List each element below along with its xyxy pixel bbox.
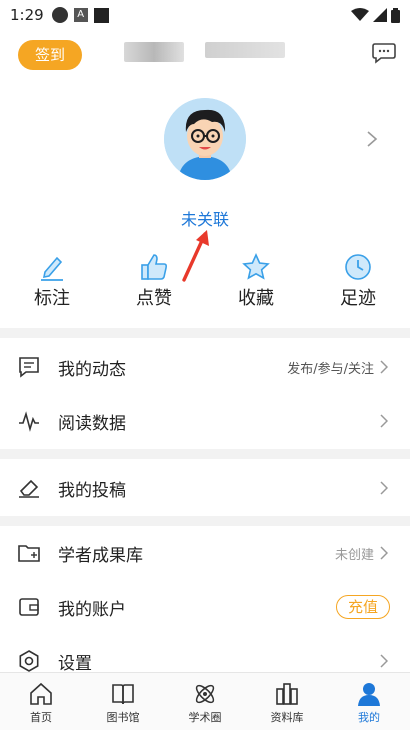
folder-add-icon <box>18 545 40 562</box>
menu-value: 发布/参与/关注 <box>287 361 374 377</box>
profile-chevron-icon[interactable] <box>366 130 378 148</box>
status-bar: 1:29 A <box>0 0 410 30</box>
tab-label: 学术圈 <box>188 711 222 724</box>
square-notification-icon <box>93 7 109 23</box>
pulse-icon <box>19 411 39 432</box>
section-divider <box>0 449 410 459</box>
section-divider <box>0 328 410 338</box>
avatar-illustration <box>164 98 246 180</box>
menu-scholar-library[interactable]: 学者成果库 未创建 <box>0 526 410 580</box>
tab-archive[interactable]: 资料库 <box>246 673 328 730</box>
status-notification-icons: A <box>51 7 109 23</box>
chevron-right-icon <box>380 654 388 668</box>
chevron-right-icon <box>380 481 388 495</box>
tab-label: 资料库 <box>270 711 304 724</box>
quick-action-annotate[interactable]: 标注 <box>12 252 92 310</box>
chevron-right-icon <box>380 546 388 560</box>
pencil-icon <box>41 256 63 281</box>
tab-label: 我的 <box>358 711 380 724</box>
menu-label: 我的账户 <box>58 599 126 620</box>
home-icon <box>30 682 52 705</box>
menu-label: 设置 <box>58 653 92 674</box>
archive-icon <box>276 683 298 705</box>
app-notification-icon: A <box>73 8 88 22</box>
menu-my-activity[interactable]: 我的动态 发布/参与/关注 <box>0 340 410 394</box>
eraser-icon <box>19 479 39 498</box>
tab-academic-circle[interactable]: 学术圈 <box>164 673 246 730</box>
menu-reading-data[interactable]: 阅读数据 <box>0 394 410 448</box>
quick-action-label: 点赞 <box>136 288 172 309</box>
user-icon <box>358 683 380 706</box>
menu-label: 学者成果库 <box>58 545 143 566</box>
status-time: 1:29 <box>10 6 44 24</box>
tab-library[interactable]: 图书馆 <box>82 673 164 730</box>
recharge-button[interactable]: 充值 <box>336 595 390 619</box>
checkin-button[interactable]: 签到 <box>18 40 82 70</box>
quick-action-history[interactable]: 足迹 <box>318 252 398 310</box>
battery-icon <box>391 7 400 23</box>
book-icon <box>112 684 134 705</box>
tab-mine[interactable]: 我的 <box>328 673 410 730</box>
redacted-info <box>205 42 285 58</box>
wifi-icon <box>351 8 369 21</box>
header: 签到 <box>0 38 410 70</box>
signal-icon <box>373 8 387 22</box>
wallet-icon <box>19 598 39 616</box>
account-status-link[interactable]: 未关联 <box>170 206 240 230</box>
menu-label: 我的投稿 <box>58 480 126 501</box>
tab-home[interactable]: 首页 <box>0 673 82 730</box>
quick-action-label: 足迹 <box>340 288 376 309</box>
quick-action-label: 收藏 <box>238 288 274 309</box>
tab-label: 图书馆 <box>106 711 140 724</box>
section-divider <box>0 516 410 526</box>
chevron-right-icon <box>380 360 388 374</box>
chevron-right-icon <box>380 414 388 428</box>
message-icon[interactable] <box>372 42 396 64</box>
menu-label: 阅读数据 <box>58 413 126 434</box>
bottom-tab-bar: 首页 图书馆 学术圈 资料库 我的 <box>0 672 410 730</box>
gear-icon <box>19 650 39 672</box>
chat-bubble-icon <box>19 357 39 378</box>
star-icon <box>242 253 270 280</box>
quick-action-favorite[interactable]: 收藏 <box>216 252 296 310</box>
quick-action-like[interactable]: 点赞 <box>114 252 194 310</box>
redacted-username <box>124 42 184 62</box>
menu-value: 未创建 <box>334 547 374 563</box>
tab-label: 首页 <box>30 711 52 724</box>
thumbs-up-icon <box>141 254 168 280</box>
alert-icon <box>51 7 68 23</box>
status-system-icons <box>351 7 400 23</box>
quick-action-label: 标注 <box>34 288 70 309</box>
menu-label: 我的动态 <box>58 359 126 380</box>
clock-icon <box>345 254 371 280</box>
quick-actions: 标注 点赞 收藏 足迹 <box>0 252 410 312</box>
avatar[interactable] <box>164 98 246 180</box>
menu-my-account[interactable]: 我的账户 充值 <box>0 580 410 634</box>
atom-icon <box>195 684 215 704</box>
menu-my-submissions[interactable]: 我的投稿 <box>0 461 410 515</box>
